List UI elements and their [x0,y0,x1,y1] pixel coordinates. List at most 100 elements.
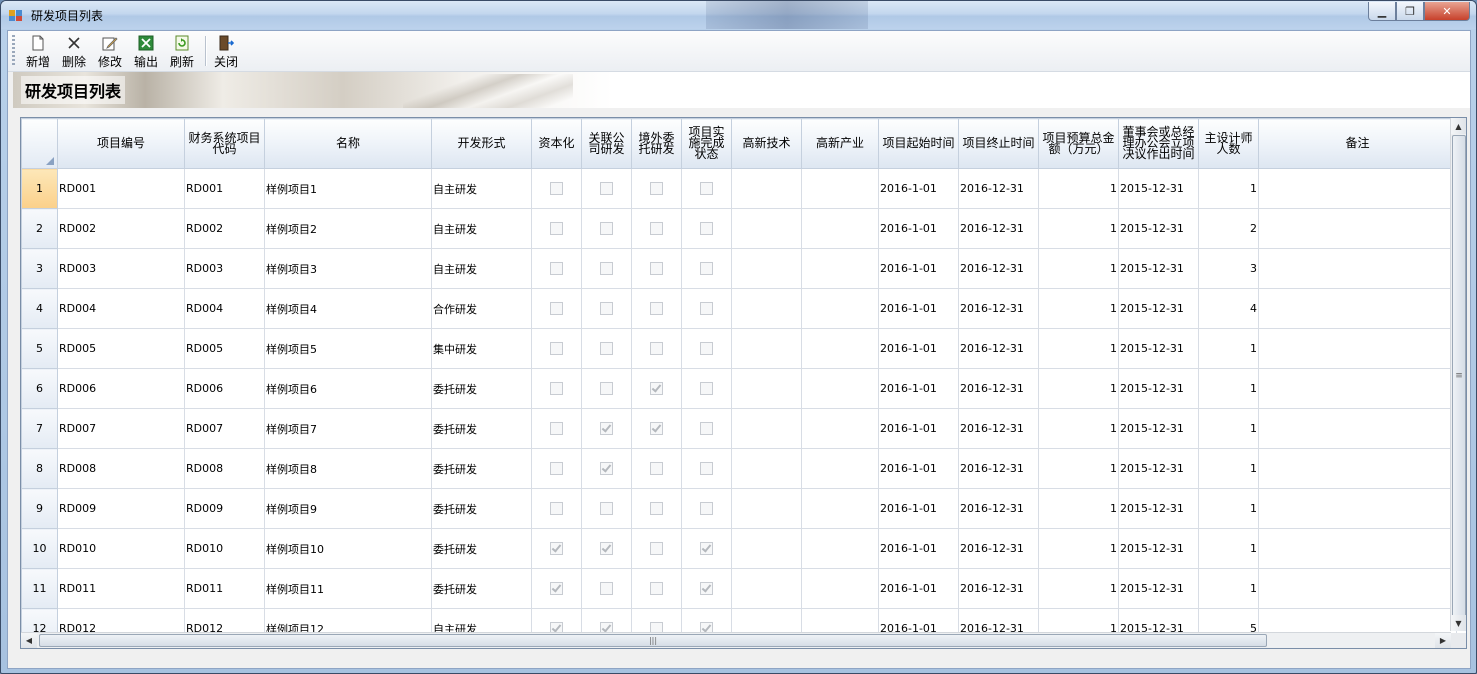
cell-checkbox[interactable] [581,208,632,249]
cell-checkbox[interactable] [581,168,632,209]
edit-button[interactable]: 修改 [96,34,124,69]
cell-dev-form[interactable]: 集中研发 [431,328,532,369]
toolbar-grip[interactable] [12,35,15,67]
checkbox-unchecked[interactable] [600,502,613,516]
cell-checkbox[interactable] [681,408,732,449]
cell-end-date[interactable]: 2016-12-31 [958,528,1039,569]
column-header[interactable]: 资本化 [531,118,582,169]
cell-checkbox[interactable] [531,248,582,289]
cell-project-code[interactable]: RD008 [57,448,185,489]
cell-project-code[interactable]: RD011 [57,568,185,609]
cell-high-tech[interactable] [731,448,802,489]
checkbox-unchecked[interactable] [650,502,663,516]
project-grid[interactable]: 项目编号 财务系统项目代码 名称 开发形式 资本化 关联公司研发 境外委托研发 项目实施完成状… [20,117,1467,649]
cell-project-code[interactable]: RD001 [57,168,185,209]
row-header[interactable]: 8 [21,448,58,489]
row-header[interactable]: 11 [21,568,58,609]
cell-finance-code[interactable]: RD003 [184,248,265,289]
cell-designers[interactable]: 1 [1198,488,1259,529]
cell-start-date[interactable]: 2016-1-01 [878,168,959,209]
cell-checkbox[interactable] [531,368,582,409]
cell-decision-date[interactable]: 2015-12-31 [1118,168,1199,209]
cell-remark[interactable] [1258,168,1457,209]
checkbox-unchecked[interactable] [600,342,613,356]
checkbox-checked[interactable] [600,462,613,476]
grid-corner-header[interactable] [21,118,58,169]
cell-checkbox[interactable] [581,528,632,569]
cell-high-industry[interactable] [801,448,879,489]
cell-end-date[interactable]: 2016-12-31 [958,328,1039,369]
row-header[interactable]: 1 [21,168,58,209]
checkbox-unchecked[interactable] [650,342,663,356]
checkbox-unchecked[interactable] [550,182,563,196]
cell-checkbox[interactable] [531,448,582,489]
cell-checkbox[interactable] [681,528,732,569]
cell-project-code[interactable]: RD009 [57,488,185,529]
column-header[interactable]: 项目预算总金额（万元） [1038,118,1119,169]
checkbox-unchecked[interactable] [650,462,663,476]
cell-dev-form[interactable]: 自主研发 [431,248,532,289]
table-row[interactable]: 10 RD010 RD010 样例项目10 委托研发 2016-1-01 2016-12-3… [21,528,1457,569]
cell-high-tech[interactable] [731,368,802,409]
checkbox-unchecked[interactable] [550,382,563,396]
add-button[interactable]: 新增 [24,34,52,69]
checkbox-unchecked[interactable] [600,262,613,276]
cell-end-date[interactable]: 2016-12-31 [958,248,1039,289]
checkbox-unchecked[interactable] [700,502,713,516]
column-header[interactable]: 主设计师人数 [1198,118,1259,169]
row-header[interactable]: 9 [21,488,58,529]
column-header[interactable]: 备注 [1258,118,1457,169]
cell-high-tech[interactable] [731,208,802,249]
table-row[interactable]: 7 RD007 RD007 样例项目7 委托研发 2016-1-01 2016-12-31 1… [21,408,1457,449]
cell-checkbox[interactable] [681,168,732,209]
cell-project-code[interactable]: RD007 [57,408,185,449]
checkbox-unchecked[interactable] [700,302,713,316]
cell-project-code[interactable]: RD010 [57,528,185,569]
refresh-button[interactable]: 刷新 [168,34,196,69]
checkbox-unchecked[interactable] [650,182,663,196]
horizontal-scroll-thumb[interactable]: ||| [39,634,1267,647]
cell-high-tech[interactable] [731,488,802,529]
close-window-button[interactable]: ✕ [1424,2,1470,21]
cell-checkbox[interactable] [531,168,582,209]
checkbox-unchecked[interactable] [650,262,663,276]
cell-name[interactable]: 样例项目5 [264,328,432,369]
checkbox-unchecked[interactable] [550,462,563,476]
cell-high-industry[interactable] [801,288,879,329]
minimize-button[interactable]: ▁ [1368,2,1396,21]
row-header[interactable]: 7 [21,408,58,449]
cell-project-code[interactable]: RD003 [57,248,185,289]
cell-checkbox[interactable] [631,208,682,249]
cell-start-date[interactable]: 2016-1-01 [878,208,959,249]
cell-project-code[interactable]: RD006 [57,368,185,409]
checkbox-unchecked[interactable] [650,302,663,316]
cell-dev-form[interactable]: 委托研发 [431,448,532,489]
cell-checkbox[interactable] [581,488,632,529]
cell-end-date[interactable]: 2016-12-31 [958,368,1039,409]
cell-project-code[interactable]: RD005 [57,328,185,369]
cell-start-date[interactable]: 2016-1-01 [878,568,959,609]
cell-checkbox[interactable] [531,208,582,249]
table-row[interactable]: 3 RD003 RD003 样例项目3 自主研发 2016-1-01 2016-12-31 1… [21,248,1457,289]
checkbox-unchecked[interactable] [600,382,613,396]
horizontal-scrollbar[interactable]: ◀ ||| ▶ [21,632,1451,648]
vertical-scroll-thumb[interactable]: ≡ [1452,135,1466,617]
cell-checkbox[interactable] [681,288,732,329]
checkbox-unchecked[interactable] [550,262,563,276]
cell-start-date[interactable]: 2016-1-01 [878,488,959,529]
checkbox-checked[interactable] [700,542,713,556]
cell-finance-code[interactable]: RD006 [184,368,265,409]
cell-designers[interactable]: 1 [1198,368,1259,409]
cell-checkbox[interactable] [631,168,682,209]
column-header[interactable]: 项目终止时间 [958,118,1039,169]
checkbox-unchecked[interactable] [650,582,663,596]
cell-remark[interactable] [1258,568,1457,609]
cell-designers[interactable]: 1 [1198,328,1259,369]
cell-high-tech[interactable] [731,328,802,369]
cell-decision-date[interactable]: 2015-12-31 [1118,568,1199,609]
row-header[interactable]: 3 [21,248,58,289]
cell-checkbox[interactable] [531,568,582,609]
checkbox-unchecked[interactable] [550,502,563,516]
cell-finance-code[interactable]: RD007 [184,408,265,449]
cell-high-industry[interactable] [801,208,879,249]
